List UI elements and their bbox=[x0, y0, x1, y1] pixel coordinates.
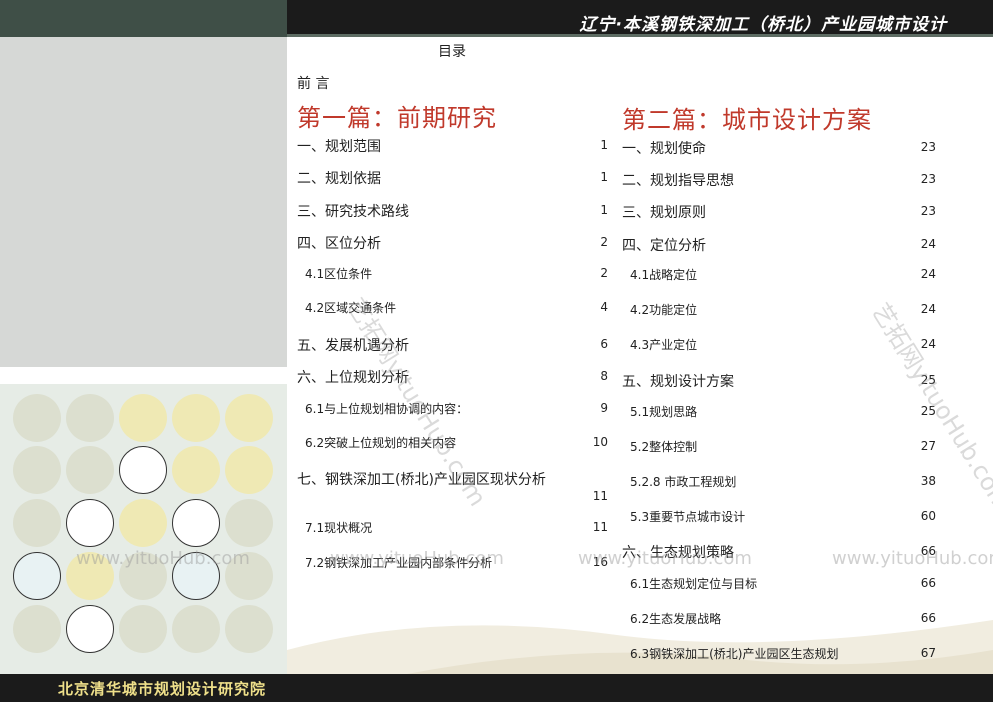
pattern-circle bbox=[119, 499, 167, 547]
toc-subentry[interactable]: 4.1战略定位 bbox=[630, 266, 697, 283]
toc-page: 1 bbox=[600, 203, 608, 217]
watermark: www.yituoHub.com bbox=[76, 548, 250, 569]
circle-pattern-panel bbox=[0, 384, 287, 674]
toc-page: 10 bbox=[592, 435, 608, 449]
toc-page: 24 bbox=[920, 267, 936, 281]
part1-title: 第一篇：前期研究 bbox=[297, 104, 497, 132]
left-gray-panel bbox=[0, 37, 287, 367]
pattern-circle bbox=[13, 605, 61, 653]
toc-subentry[interactable]: 5.3重要节点城市设计 bbox=[630, 508, 745, 525]
toc-page: 11 bbox=[592, 489, 608, 503]
toc-page: 9 bbox=[600, 401, 608, 415]
pattern-circle bbox=[119, 394, 167, 442]
toc-page: 38 bbox=[920, 474, 936, 488]
toc-preface: 前 言 bbox=[297, 76, 330, 92]
toc-page: 24 bbox=[920, 237, 936, 251]
toc-entry[interactable]: 三、研究技术路线 bbox=[297, 201, 409, 221]
pattern-circle bbox=[225, 499, 273, 547]
toc-entry[interactable]: 三、规划原则 bbox=[622, 202, 706, 222]
toc-subentry[interactable]: 4.1区位条件 bbox=[305, 265, 372, 282]
pattern-circle bbox=[13, 552, 61, 600]
watermark: www.yituoHub.com bbox=[578, 548, 752, 569]
part2-title: 第二篇：城市设计方案 bbox=[622, 106, 872, 134]
pattern-circle bbox=[66, 605, 114, 653]
toc-subentry[interactable]: 6.1生态规划定位与目标 bbox=[630, 575, 757, 592]
institute-name: 北京清华城市规划设计研究院 bbox=[58, 680, 267, 698]
pattern-circle bbox=[172, 446, 220, 494]
toc-subentry[interactable]: 5.1规划思路 bbox=[630, 403, 697, 420]
left-top-band bbox=[0, 0, 287, 37]
toc-entry[interactable]: 四、定位分析 bbox=[622, 235, 706, 255]
toc-entry[interactable]: 一、规划范围 bbox=[297, 136, 381, 156]
pattern-circle bbox=[13, 394, 61, 442]
watermark: www.yituoHub.com bbox=[832, 548, 993, 569]
pattern-circle bbox=[172, 605, 220, 653]
pattern-circle bbox=[66, 446, 114, 494]
pattern-circle bbox=[13, 499, 61, 547]
pattern-circle bbox=[66, 394, 114, 442]
toc-page: 4 bbox=[600, 300, 608, 314]
toc-entry[interactable]: 一、规划使命 bbox=[622, 138, 706, 158]
toc-page: 11 bbox=[592, 520, 608, 534]
pattern-circle bbox=[13, 446, 61, 494]
toc-entry[interactable]: 四、区位分析 bbox=[297, 233, 381, 253]
toc-subentry[interactable]: 6.3钢铁深加工(桥北)产业园区生态规划 bbox=[630, 645, 838, 662]
toc-page: 1 bbox=[600, 170, 608, 184]
toc-subentry[interactable]: 5.2整体控制 bbox=[630, 438, 697, 455]
pattern-circle bbox=[225, 394, 273, 442]
toc-page: 23 bbox=[920, 204, 936, 218]
toc-entry[interactable]: 二、规划依据 bbox=[297, 168, 381, 188]
pattern-circle bbox=[119, 605, 167, 653]
pattern-circle bbox=[225, 446, 273, 494]
document-title: 辽宁·本溪钢铁深加工（桥北）产业园城市设计 bbox=[579, 15, 947, 35]
toc-page: 66 bbox=[920, 576, 936, 590]
toc-page: 27 bbox=[920, 439, 936, 453]
toc-entry[interactable]: 二、规划指导思想 bbox=[622, 170, 734, 190]
toc-page: 67 bbox=[920, 646, 936, 660]
toc-page: 23 bbox=[920, 140, 936, 154]
toc-subentry[interactable]: 4.3产业定位 bbox=[630, 336, 697, 353]
toc-title: 目录 bbox=[438, 44, 466, 60]
toc-page: 2 bbox=[600, 235, 608, 249]
toc-subentry[interactable]: 7.1现状概况 bbox=[305, 519, 372, 536]
toc-subentry[interactable]: 4.2功能定位 bbox=[630, 301, 697, 318]
pattern-circle bbox=[119, 446, 167, 494]
pattern-circle bbox=[172, 499, 220, 547]
toc-entry[interactable]: 五、规划设计方案 bbox=[622, 371, 734, 391]
toc-page: 60 bbox=[920, 509, 936, 523]
watermark: www.yituoHub.com bbox=[330, 548, 504, 569]
pattern-circle bbox=[66, 499, 114, 547]
pattern-circle bbox=[172, 394, 220, 442]
toc-subentry[interactable]: 5.2.8 市政工程规划 bbox=[630, 473, 736, 490]
pattern-circle bbox=[225, 605, 273, 653]
toc-page: 1 bbox=[600, 138, 608, 152]
toc-page: 23 bbox=[920, 172, 936, 186]
toc-page: 6 bbox=[600, 337, 608, 351]
toc-entry[interactable]: 七、钢铁深加工(桥北)产业园区现状分析 bbox=[297, 469, 546, 489]
toc-subentry[interactable]: 6.2生态发展战略 bbox=[630, 610, 721, 627]
toc-page: 66 bbox=[920, 611, 936, 625]
toc-page: 8 bbox=[600, 369, 608, 383]
toc-page: 2 bbox=[600, 266, 608, 280]
